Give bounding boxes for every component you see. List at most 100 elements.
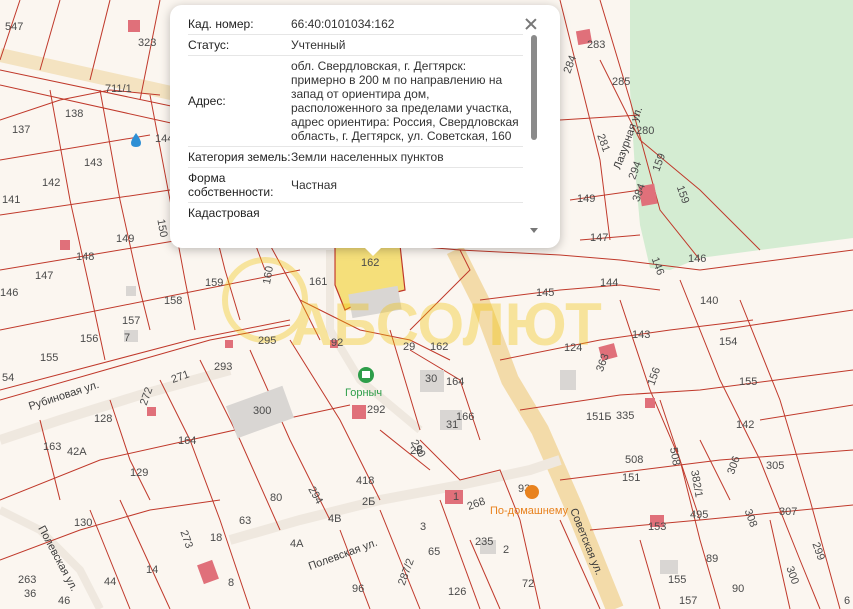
plot-number-label: 153	[648, 521, 666, 533]
plot-number-label: 307	[779, 506, 797, 518]
plot-number-label: 162	[430, 341, 448, 353]
plot-number-label: 292	[367, 404, 385, 416]
plot-number-label: 285	[612, 76, 630, 88]
plot-number-label: 140	[700, 295, 718, 307]
parcel-info-table: Кад. номер: 66:40:0101034:162 Статус: Уч…	[188, 14, 523, 236]
restaurant-icon	[525, 485, 539, 499]
plot-number-label: 54	[2, 372, 14, 384]
plot-number-label: 142	[42, 177, 60, 189]
poi-label-podomashnemu: По-домашнему	[490, 505, 569, 517]
plot-number-label: 124	[564, 342, 582, 354]
plot-number-label: 128	[94, 413, 112, 425]
plot-number-label: 323	[138, 37, 156, 49]
plot-number-label: 163	[43, 441, 61, 453]
plot-number-label: 155	[668, 574, 686, 586]
value-ownership: Частная	[291, 178, 337, 192]
plot-number-label: 141	[2, 194, 20, 206]
plot-number-label: 130	[74, 517, 92, 529]
plot-number-label: 89	[706, 553, 718, 565]
plot-number-label: 7	[124, 332, 130, 344]
plot-number-label: 158	[164, 295, 182, 307]
plot-number-label: 146	[0, 287, 18, 299]
plot-number-label: 63	[239, 515, 251, 527]
plot-number-label: 90	[732, 583, 744, 595]
plot-number-label: 42А	[67, 446, 87, 458]
plot-number-label: 80	[270, 492, 282, 504]
plot-number-label: 6	[844, 595, 850, 607]
plot-number-label: 154	[719, 336, 737, 348]
plot-number-label: 293	[214, 361, 232, 373]
label-address: Адрес:	[188, 94, 226, 108]
plot-number-label: 2Б	[362, 496, 375, 508]
plot-number-label: 46	[58, 595, 70, 607]
plot-number-label: 3	[420, 521, 426, 533]
plot-number-label: 157	[122, 315, 140, 327]
row-address: Адрес: обл. Свердловская, г. Дегтярск: п…	[188, 56, 523, 147]
plot-number-label: 164	[178, 435, 196, 447]
value-land-category: Земли населенных пунктов	[291, 150, 444, 164]
plot-number-label: 162	[361, 257, 379, 269]
plot-number-label: 155	[739, 376, 757, 388]
plot-number-label: 138	[65, 108, 83, 120]
value-cadastral-value	[291, 206, 523, 220]
plot-number-label: 2	[503, 544, 509, 556]
plot-number-label: 143	[632, 329, 650, 341]
plot-number-label: 29	[403, 341, 415, 353]
parcel-info-popup: Кад. номер: 66:40:0101034:162 Статус: Уч…	[170, 5, 560, 248]
plot-number-label: 142	[736, 419, 754, 431]
scrollbar-thumb[interactable]	[531, 35, 537, 140]
plot-number-label: 144	[600, 277, 618, 289]
plot-number-label: 126	[448, 586, 466, 598]
plot-number-label: 148	[76, 251, 94, 263]
close-icon[interactable]	[524, 17, 538, 31]
row-cadastral-number: Кад. номер: 66:40:0101034:162	[188, 14, 523, 35]
plot-number-label: 711/1	[105, 83, 132, 95]
plot-number-label: 283	[587, 39, 605, 51]
plot-number-label: 305	[766, 460, 784, 472]
label-land-category: Категория земель:	[188, 150, 291, 164]
plot-number-label: 2Б	[410, 445, 423, 457]
plot-number-label: 547	[5, 21, 23, 33]
value-status: Учтенный	[291, 38, 346, 52]
plot-number-label: 146	[688, 253, 706, 265]
label-cadastral-number: Кад. номер:	[188, 17, 254, 31]
plot-number-label: 151Б	[586, 411, 612, 423]
plot-number-label: 156	[80, 333, 98, 345]
plot-number-label: 72	[522, 578, 534, 590]
label-status: Статус:	[188, 38, 230, 52]
plot-number-label: 418	[356, 475, 374, 487]
plot-number-label: 145	[536, 287, 554, 299]
plot-number-label: 295	[258, 335, 276, 347]
plot-number-label: 137	[12, 124, 30, 136]
plot-number-label: 147	[590, 232, 608, 244]
plot-number-label: 92	[331, 337, 343, 349]
label-cadastral-value: Кадастровая	[188, 206, 260, 220]
plot-number-label: 235	[475, 536, 493, 548]
plot-number-label: 30	[425, 373, 437, 385]
plot-number-label: 147	[35, 270, 53, 282]
plot-number-label: 14	[146, 564, 158, 576]
plot-number-label: 161	[309, 276, 327, 288]
label-ownership: Форма собственности:	[188, 171, 274, 199]
plot-number-label: 151	[622, 472, 640, 484]
popup-pointer	[364, 247, 382, 256]
row-land-category: Категория земель: Земли населенных пункт…	[188, 147, 523, 168]
plot-number-label: 8	[228, 577, 234, 589]
plot-number-label: 149	[577, 193, 595, 205]
forest-area	[630, 0, 853, 270]
plot-number-label: 4В	[328, 513, 341, 525]
plot-number-label: 4А	[290, 538, 304, 550]
plot-number-label: 155	[40, 352, 58, 364]
plot-number-label: 300	[253, 405, 271, 417]
popup-scrollbar[interactable]	[530, 33, 538, 233]
scroll-down-arrow-icon[interactable]	[530, 228, 538, 233]
plot-number-label: 129	[130, 467, 148, 479]
row-status: Статус: Учтенный	[188, 35, 523, 56]
plot-number-label: 335	[616, 410, 634, 422]
plot-number-label: 96	[352, 583, 364, 595]
plot-number-label: 159	[205, 277, 223, 289]
plot-number-label: 44	[104, 576, 116, 588]
poi-label-gornyach: Горныч	[345, 387, 382, 399]
plot-number-label: 65	[428, 546, 440, 558]
plot-number-label: 149	[116, 233, 134, 245]
